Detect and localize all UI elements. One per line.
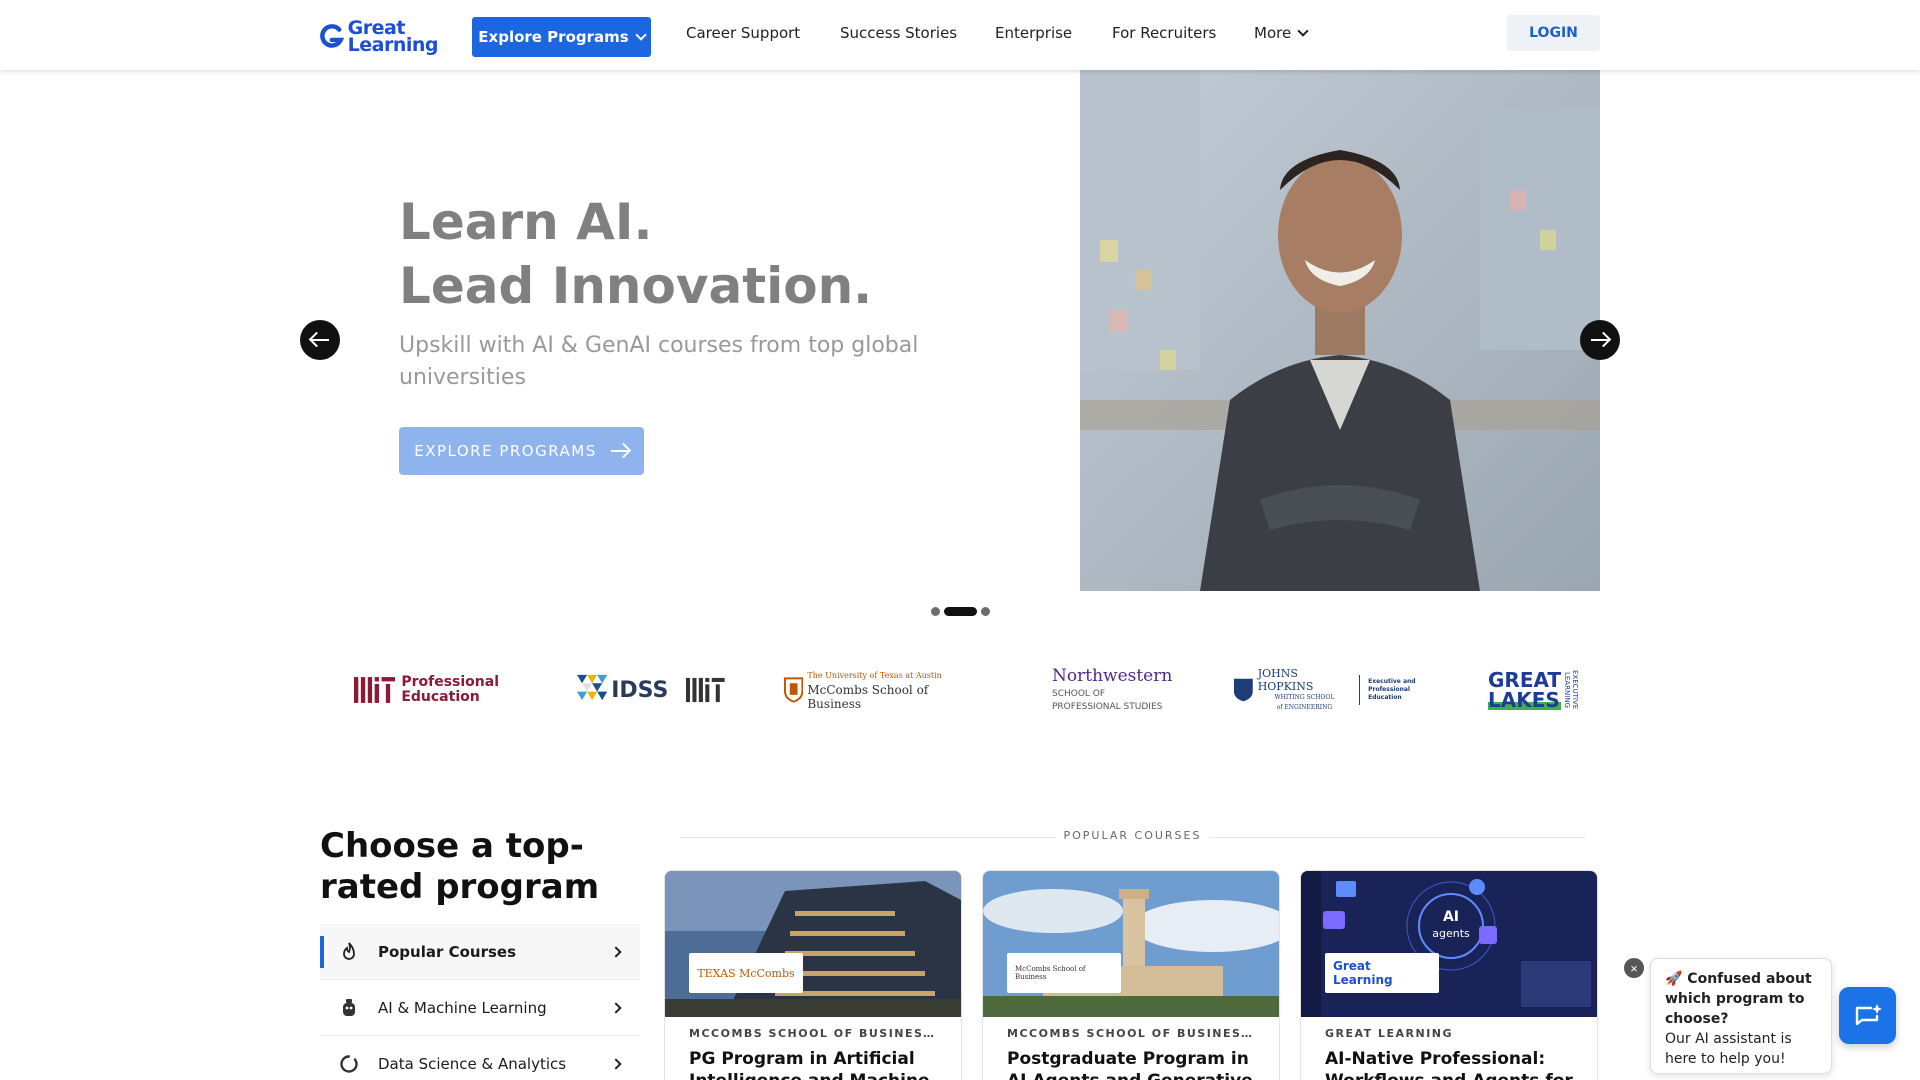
- mccombs-line-1: The University of Texas at Austin: [807, 671, 942, 680]
- idss-mit-logo: IDSS: [577, 660, 725, 720]
- explore-programs-label: Explore Programs: [478, 28, 629, 46]
- explore-programs-button[interactable]: Explore Programs: [472, 17, 651, 57]
- course-card-org: GREAT LEARNING: [1325, 1027, 1454, 1040]
- idss-triangles-icon: [577, 674, 608, 701]
- logo-g-icon: [320, 24, 344, 48]
- hero-image-smiling-man: [1080, 70, 1600, 591]
- great-lakes-logo: GREAT LAKES EXECUTIVE LEARNING: [1488, 660, 1579, 720]
- jhu-exec-line-2: Professional Education: [1368, 686, 1410, 701]
- course-card-title: PG Program in Artificial Intelligence an…: [689, 1049, 930, 1080]
- category-data-science-analytics[interactable]: Data Science & Analytics: [320, 1036, 640, 1080]
- course-card-badge: McCombs School of Business: [1007, 953, 1121, 993]
- northwestern-sps-logo: Northwestern SCHOOL OF PROFESSIONAL STUD…: [1052, 660, 1172, 720]
- mit-icon: [686, 677, 725, 703]
- category-popular-courses[interactable]: Popular Courses: [320, 924, 640, 980]
- nav-enterprise[interactable]: Enterprise: [995, 24, 1072, 42]
- course-card-image-tower: McCombs School of Business: [983, 871, 1279, 1017]
- course-card-image-ai-agents: AI agents Great Learning: [1301, 871, 1597, 1017]
- jhu-exec-line-1: Executive and: [1368, 678, 1416, 685]
- category-label: Data Science & Analytics: [378, 1054, 567, 1073]
- nav-success-stories[interactable]: Success Stories: [840, 24, 957, 42]
- course-card-badge: TEXAS McCombs: [689, 953, 803, 993]
- arrow-left-icon: [311, 339, 329, 341]
- mccombs-logo: The University of Texas at Austin McComb…: [784, 660, 980, 720]
- ai-agents-text-1: AI: [1443, 909, 1459, 925]
- course-card-badge: Great Learning: [1325, 953, 1439, 993]
- hero-cta-label: EXPLORE PROGRAMS: [414, 442, 597, 460]
- great-learning-logo[interactable]: Great Learning: [320, 18, 439, 56]
- course-card-title: AI-Native Professional: Workflows and Ag…: [1325, 1049, 1573, 1080]
- hero-title-line-1: Learn AI.: [399, 193, 653, 251]
- category-ai-machine-learning[interactable]: AI & Machine Learning: [320, 980, 640, 1036]
- category-label: Popular Courses: [378, 942, 517, 961]
- jhu-line-3: of ENGINEERING: [1276, 704, 1333, 711]
- carousel-prev-button[interactable]: [300, 320, 340, 360]
- chat-assistant-button[interactable]: [1839, 987, 1896, 1044]
- course-card-org: MCCOMBS SCHOOL OF BUSINESS AT THE UNIVER…: [689, 1027, 937, 1040]
- chat-bubble-icon: [1855, 1003, 1882, 1025]
- northwestern-line-2: SCHOOL OF: [1052, 689, 1106, 699]
- carousel-dot-3[interactable]: [981, 607, 990, 616]
- hero-title: Learn AI. Lead Innovation.: [399, 190, 872, 318]
- northwestern-line-1: Northwestern: [1052, 666, 1173, 686]
- carousel-dots: [931, 607, 990, 616]
- chevron-right-icon: [610, 1001, 622, 1014]
- chat-prompt-bubble[interactable]: 🚀 Confused about which program to choose…: [1650, 958, 1832, 1074]
- hero-subtitle: Upskill with AI & GenAI courses from top…: [399, 333, 919, 390]
- great-lakes-line-2: LAKES: [1488, 688, 1562, 712]
- chat-prompt-body: Our AI assistant is here to help you!: [1665, 1031, 1792, 1067]
- chat-close-button[interactable]: ×: [1624, 958, 1644, 978]
- flame-icon: [338, 941, 360, 963]
- chevron-down-icon: [1297, 25, 1309, 37]
- nav-more[interactable]: More: [1254, 24, 1309, 42]
- idss-text: IDSS: [611, 677, 669, 703]
- northwestern-line-3: PROFESSIONAL STUDIES: [1052, 702, 1163, 712]
- johns-hopkins-logo: JOHNS HOPKINS WHITING SCHOOL of ENGINEER…: [1233, 660, 1441, 720]
- chat-prompt-heading: 🚀 Confused about which program to choose…: [1665, 971, 1812, 1027]
- mccombs-line-2: McCombs School of Business: [807, 683, 929, 711]
- chevron-right-icon: [610, 1057, 622, 1070]
- jhu-line-2: WHITING SCHOOL: [1274, 694, 1335, 701]
- login-button[interactable]: LOGIN: [1507, 15, 1600, 51]
- chevron-right-icon: [610, 945, 622, 958]
- robot-icon: [338, 997, 360, 1019]
- arrow-right-icon: [1591, 339, 1609, 341]
- nav-career-support[interactable]: Career Support: [686, 24, 800, 42]
- hero-explore-programs-button[interactable]: EXPLORE PROGRAMS: [399, 427, 644, 475]
- course-card-ai-agents-genai[interactable]: McCombs School of Business MCCOMBS SCHOO…: [982, 870, 1280, 1080]
- jhu-shield-icon: [1233, 678, 1253, 702]
- course-card-pg-ai-ml[interactable]: TEXAS McCombs MCCOMBS SCHOOL OF BUSINESS…: [664, 870, 962, 1080]
- mit-professional-education-logo: Professional Education: [354, 660, 499, 720]
- mit-pe-line-1: Professional: [401, 674, 499, 690]
- chevron-down-icon: [635, 29, 647, 41]
- course-card-org: MCCOMBS SCHOOL OF BUSINESS AT THE UNIVER…: [1007, 1027, 1255, 1040]
- hero-title-line-2: Lead Innovation.: [399, 257, 873, 315]
- carousel-dot-2[interactable]: [944, 607, 977, 616]
- ai-agents-text-2: agents: [1432, 927, 1470, 940]
- course-card-title: Postgraduate Program in AI Agents and Ge…: [1007, 1049, 1253, 1080]
- great-lakes-side-text: EXECUTIVE LEARNING: [1563, 670, 1580, 710]
- mit-icon: [354, 677, 396, 703]
- great-lakes-line-1: GREAT: [1488, 668, 1562, 692]
- carousel-next-button[interactable]: [1580, 320, 1620, 360]
- jhu-line-1: JOHNS HOPKINS: [1257, 667, 1314, 693]
- course-card-ai-native-professional[interactable]: AI agents Great Learning GREAT LEARNING …: [1300, 870, 1598, 1080]
- category-label: AI & Machine Learning: [378, 998, 547, 1017]
- site-header: Great Learning Explore Programs Career S…: [0, 0, 1920, 70]
- arrow-right-icon: [610, 450, 629, 452]
- mit-pe-line-2: Education: [401, 689, 480, 705]
- nav-more-label: More: [1254, 24, 1292, 42]
- carousel-dot-1[interactable]: [931, 607, 940, 616]
- popular-courses-label: POPULAR COURSES: [680, 829, 1585, 842]
- programs-section-title: Choose a top-rated program: [320, 826, 600, 907]
- course-card-image-building: TEXAS McCombs: [665, 871, 961, 1017]
- nav-for-recruiters[interactable]: For Recruiters: [1112, 24, 1216, 42]
- donut-chart-icon: [338, 1053, 360, 1075]
- program-category-list: Popular Courses AI & Machine Learning Da…: [320, 924, 640, 1080]
- logo-line-2: Learning: [347, 34, 439, 56]
- ut-shield-icon: [784, 677, 804, 703]
